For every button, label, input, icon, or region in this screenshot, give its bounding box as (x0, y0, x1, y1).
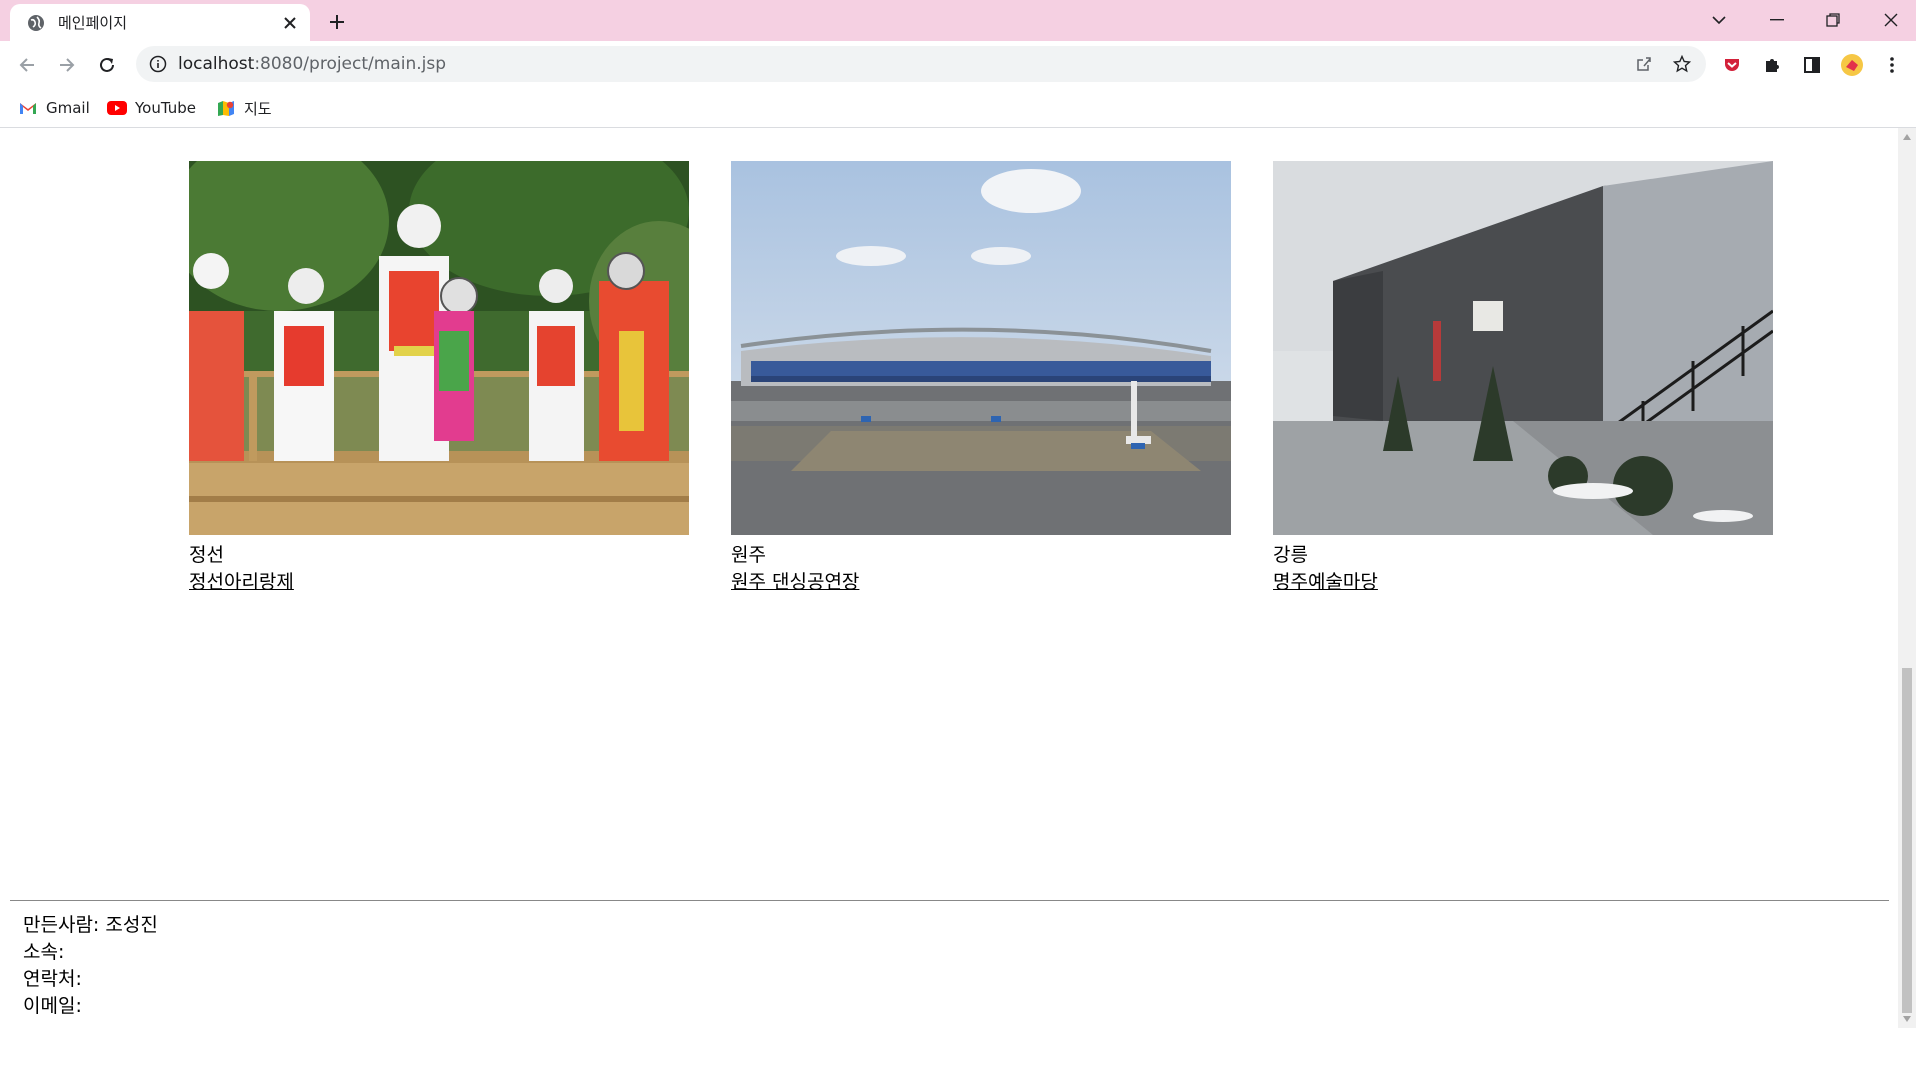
minimize-icon[interactable] (1752, 4, 1802, 36)
tab-strip: 메인페이지 (0, 0, 1916, 41)
new-tab-button[interactable] (323, 8, 351, 36)
folk-dancers-photo (189, 161, 689, 535)
url-host: localhost (178, 54, 255, 74)
tab-title: 메인페이지 (58, 14, 128, 32)
footer-divider (10, 900, 1889, 901)
page-viewport: 정선 정선아리랑제 원주 원주 댄싱공연장 강릉 명주예술마당 만든사람: 조성… (0, 128, 1898, 1077)
card-city: 정선 (189, 544, 224, 566)
vertical-scrollbar[interactable] (1898, 128, 1916, 1028)
card-city: 강릉 (1273, 544, 1308, 566)
bookmark-star-icon[interactable] (1670, 52, 1694, 76)
gmail-icon (18, 98, 38, 118)
footer-maker-value: 조성진 (105, 914, 158, 936)
footer-email-row: 이메일: (23, 993, 158, 1020)
region-card-jeongseon: 정선 정선아리랑제 (189, 161, 689, 596)
site-info-icon[interactable] (148, 54, 168, 74)
bookmark-label: 지도 (244, 99, 272, 118)
maps-icon (216, 98, 236, 118)
footer-affiliation-label: 소속: (23, 941, 65, 963)
footer-maker-label: 만든사람: (23, 914, 100, 936)
active-tab[interactable]: 메인페이지 (10, 4, 310, 41)
card-link-myeongju-arts[interactable]: 명주예술마당 (1273, 569, 1773, 596)
youtube-icon (107, 98, 127, 118)
arts-building-photo (1273, 161, 1773, 535)
back-icon[interactable] (12, 50, 42, 80)
footer-contact-label: 연락처: (23, 968, 82, 990)
forward-icon[interactable] (52, 50, 82, 80)
extensions-puzzle-icon[interactable] (1757, 50, 1787, 80)
extension-pocket-icon[interactable] (1717, 50, 1747, 80)
stadium-plaza-photo (731, 161, 1231, 535)
share-icon[interactable] (1632, 52, 1656, 76)
bookmark-gmail[interactable]: Gmail (18, 96, 90, 120)
address-bar[interactable]: localhost:8080/project/main.jsp (136, 46, 1706, 82)
browser-menu-icon[interactable] (1877, 50, 1907, 80)
bookmark-label: YouTube (135, 99, 196, 117)
restore-icon[interactable] (1808, 4, 1858, 36)
bookmark-maps[interactable]: 지도 (216, 96, 272, 120)
card-link-jeongseon-arirang[interactable]: 정선아리랑제 (189, 569, 689, 596)
page-footer: 만든사람: 조성진 소속: 연락처: 이메일: (23, 912, 158, 1020)
scroll-thumb[interactable] (1902, 668, 1912, 1013)
profile-avatar-icon[interactable] (1837, 50, 1867, 80)
browser-toolbar: localhost:8080/project/main.jsp (0, 41, 1916, 89)
card-link-wonju-dancing[interactable]: 원주 댄싱공연장 (731, 569, 1231, 596)
url-path: :8080/project/main.jsp (254, 54, 447, 74)
footer-contact-row: 연락처: (23, 966, 158, 993)
region-card-gangneung: 강릉 명주예술마당 (1273, 161, 1773, 596)
side-panel-icon[interactable] (1797, 50, 1827, 80)
tab-search-icon[interactable] (1694, 4, 1744, 36)
globe-icon (26, 13, 46, 33)
region-card-wonju: 원주 원주 댄싱공연장 (731, 161, 1231, 596)
footer-maker-row: 만든사람: 조성진 (23, 912, 158, 939)
footer-email-label: 이메일: (23, 995, 82, 1017)
bookmark-youtube[interactable]: YouTube (107, 96, 196, 120)
url-text[interactable]: localhost:8080/project/main.jsp (178, 54, 446, 74)
bookmark-label: Gmail (46, 99, 90, 117)
scroll-down-arrow-icon[interactable] (1898, 1010, 1916, 1028)
bookmarks-bar: Gmail YouTube 지도 (0, 89, 1916, 128)
scroll-up-arrow-icon[interactable] (1898, 128, 1916, 146)
footer-affiliation-row: 소속: (23, 939, 158, 966)
reload-icon[interactable] (92, 50, 122, 80)
close-tab-icon[interactable] (278, 11, 302, 35)
card-city: 원주 (731, 544, 766, 566)
close-window-icon[interactable] (1866, 4, 1916, 36)
